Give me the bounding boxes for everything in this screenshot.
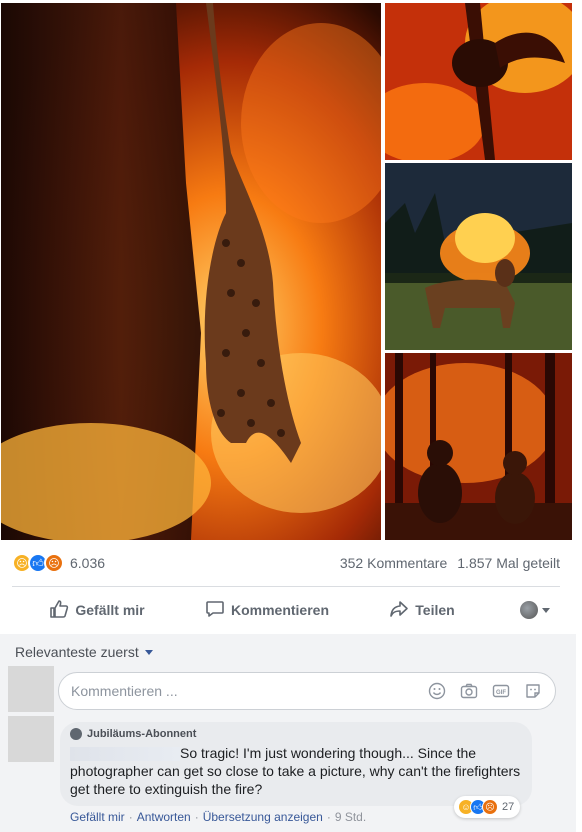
reactions-summary[interactable]: ☹ 👍︎ ☹ 6.036 xyxy=(12,553,105,573)
comment-reactions[interactable]: ☺ 👍︎ ☹ 27 xyxy=(454,796,521,818)
avatar[interactable] xyxy=(8,666,54,712)
chevron-down-icon xyxy=(542,607,550,613)
comment-text: So tragic! I'm just wondering though... … xyxy=(70,744,522,798)
comment-input[interactable] xyxy=(71,683,427,699)
sort-label: Relevanteste zuerst xyxy=(15,644,139,660)
separator: · xyxy=(326,810,331,824)
commenter-name-redacted[interactable] xyxy=(70,747,180,762)
comment-like-link[interactable]: Gefällt mir xyxy=(70,810,125,824)
show-translation-link[interactable]: Übersetzung anzeigen xyxy=(203,810,323,824)
comment-reply-link[interactable]: Antworten xyxy=(137,810,191,824)
comment-label: Kommentieren xyxy=(230,602,330,618)
share-button[interactable]: Teilen xyxy=(352,592,492,628)
commenter-badge: Jubiläums-Abonnent xyxy=(70,728,522,740)
angry-reaction-icon: ☹ xyxy=(44,553,64,573)
post-as-selector[interactable] xyxy=(510,592,560,628)
comment-sort-dropdown[interactable]: Relevanteste zuerst xyxy=(15,644,153,660)
photo-koala-in-fire[interactable] xyxy=(385,3,572,160)
share-count[interactable]: 1.857 Mal geteilt xyxy=(457,555,560,571)
comment-actions: Gefällt mir · Antworten · Übersetzung an… xyxy=(70,810,366,824)
like-button[interactable]: Gefällt mir xyxy=(12,592,182,628)
reaction-count[interactable]: 6.036 xyxy=(70,555,105,571)
commenter-avatar[interactable] xyxy=(8,716,54,762)
post-actions: Gefällt mir Kommentieren Teilen xyxy=(12,592,560,628)
post-stats: ☹ 👍︎ ☹ 6.036 352 Kommentare 1.857 Mal ge… xyxy=(12,548,560,578)
sticker-icon[interactable] xyxy=(523,681,543,701)
divider xyxy=(12,586,560,587)
separator: · xyxy=(194,810,199,824)
photo-grid xyxy=(0,0,576,541)
photo-deer-antlers-burning[interactable] xyxy=(385,163,572,350)
chevron-down-icon xyxy=(144,649,153,655)
thumbs-up-icon xyxy=(49,599,69,622)
camera-icon[interactable] xyxy=(459,681,479,701)
like-label: Gefällt mir xyxy=(75,602,145,618)
speech-bubble-icon xyxy=(205,599,225,622)
share-label: Teilen xyxy=(415,602,455,618)
badge-label: Jubiläums-Abonnent xyxy=(87,728,197,740)
gif-icon[interactable]: GIF xyxy=(491,681,511,701)
photo-leopard-in-fire[interactable] xyxy=(1,3,381,540)
comment-timestamp[interactable]: 9 Std. xyxy=(335,810,366,824)
badge-icon xyxy=(70,728,82,740)
photo-monkeys-burning-forest[interactable] xyxy=(385,353,572,540)
comment-composer[interactable]: GIF xyxy=(58,672,556,710)
emoji-icon[interactable] xyxy=(427,681,447,701)
share-arrow-icon xyxy=(389,599,409,622)
comment-count[interactable]: 352 Kommentare xyxy=(340,555,447,571)
globe-icon xyxy=(520,601,538,619)
comment-reaction-count: 27 xyxy=(502,801,515,813)
comment-bubble: Jubiläums-Abonnent So tragic! I'm just w… xyxy=(60,722,532,806)
separator: · xyxy=(128,810,133,824)
angry-reaction-icon: ☹ xyxy=(482,799,498,815)
svg-text:GIF: GIF xyxy=(496,690,506,696)
comment-button[interactable]: Kommentieren xyxy=(182,592,352,628)
